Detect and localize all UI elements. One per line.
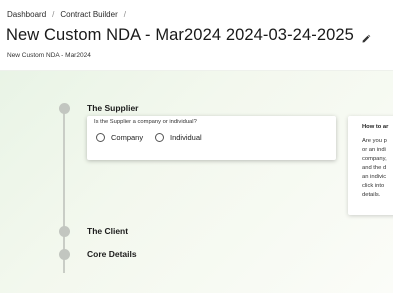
step-dot-core-details bbox=[59, 249, 70, 260]
page-subtitle: New Custom NDA - Mar2024 bbox=[7, 52, 91, 59]
breadcrumb-separator: / bbox=[123, 10, 126, 19]
step-dot-client bbox=[59, 226, 70, 237]
radio-label-individual[interactable]: Individual bbox=[170, 133, 202, 142]
radio-option-individual[interactable]: Individual bbox=[155, 133, 202, 142]
radio-button-company[interactable] bbox=[96, 133, 105, 142]
contract-builder-main: The Supplier Is the Supplier a company o… bbox=[0, 70, 393, 293]
help-panel-line: details. bbox=[362, 192, 381, 198]
pencil-icon[interactable] bbox=[361, 31, 371, 42]
help-panel-line: company, bbox=[362, 156, 387, 162]
step-label-client[interactable]: The Client bbox=[87, 226, 128, 236]
breadcrumb-dashboard-link[interactable]: Dashboard bbox=[7, 10, 46, 19]
help-panel-line: Are you p bbox=[362, 138, 387, 144]
help-panel-line: and the d bbox=[362, 165, 387, 171]
radio-button-individual[interactable] bbox=[155, 133, 164, 142]
help-panel-line: or an indi bbox=[362, 147, 386, 153]
supplier-type-question: Is the Supplier a company or individual? bbox=[94, 119, 197, 125]
help-panel-title: How to ar bbox=[362, 124, 389, 130]
radio-option-company[interactable]: Company bbox=[96, 133, 143, 142]
title-row: New Custom NDA - Mar2024 2024-03-24-2025 bbox=[6, 26, 371, 45]
page-title: New Custom NDA - Mar2024 2024-03-24-2025 bbox=[6, 26, 354, 44]
breadcrumb-contract-builder-link[interactable]: Contract Builder bbox=[60, 10, 117, 19]
breadcrumb: Dashboard / Contract Builder / bbox=[7, 10, 132, 19]
step-label-core-details[interactable]: Core Details bbox=[87, 249, 137, 259]
step-label-supplier[interactable]: The Supplier bbox=[87, 103, 138, 113]
help-panel: How to ar Are you p or an indi company, … bbox=[348, 116, 393, 215]
supplier-type-card: Is the Supplier a company or individual?… bbox=[87, 116, 336, 160]
help-panel-line: an indivic bbox=[362, 174, 387, 180]
breadcrumb-separator: / bbox=[52, 10, 55, 19]
help-panel-line: click into bbox=[362, 183, 385, 189]
radio-label-company[interactable]: Company bbox=[111, 133, 143, 142]
step-dot-supplier bbox=[59, 103, 70, 114]
